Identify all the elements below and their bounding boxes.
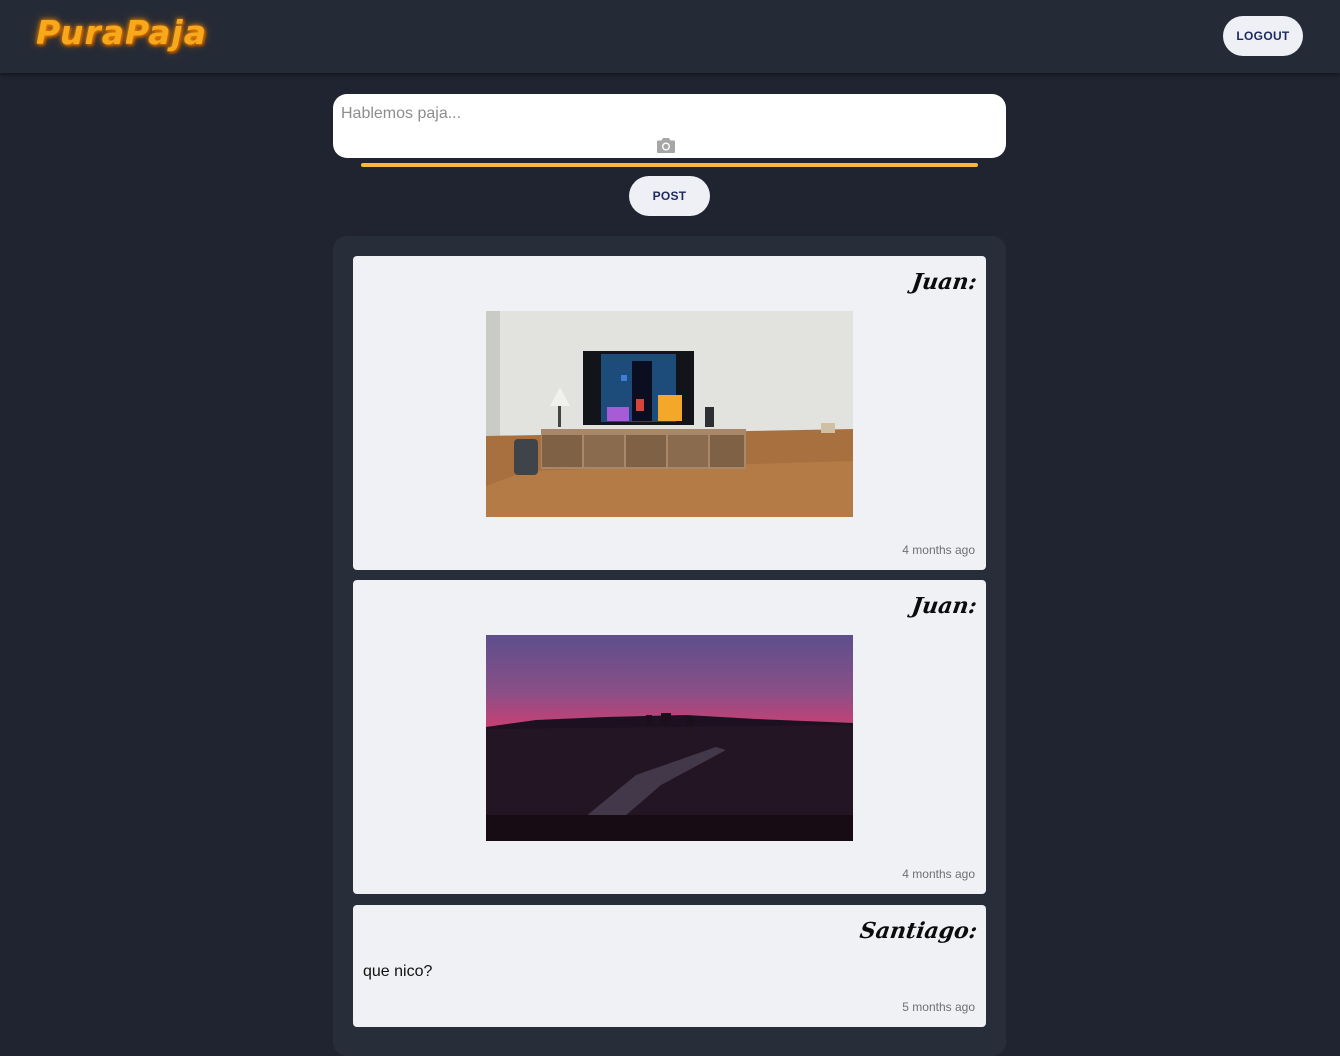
post-card: Juan: 4 months ago <box>353 256 986 570</box>
navbar: PuraPaja LOGOUT <box>0 0 1340 73</box>
post-author[interactable]: Juan: <box>910 593 978 619</box>
composer-accent-bar <box>361 163 978 167</box>
post-author[interactable]: Santiago: <box>858 918 979 944</box>
post-button[interactable]: POST <box>629 176 710 216</box>
post-text: que nico? <box>363 963 433 980</box>
camera-icon[interactable] <box>656 136 676 154</box>
post-card: Santiago: que nico? 5 months ago <box>353 905 986 1027</box>
post-author[interactable]: Juan: <box>910 269 978 295</box>
logout-button[interactable]: LOGOUT <box>1223 16 1303 56</box>
post-image[interactable] <box>486 635 853 841</box>
post-timestamp: 4 months ago <box>902 543 975 557</box>
app-logo[interactable]: PuraPaja <box>36 13 207 52</box>
post-input[interactable] <box>333 94 1006 138</box>
post-image[interactable] <box>486 311 853 517</box>
post-timestamp: 5 months ago <box>902 1000 975 1014</box>
post-timestamp: 4 months ago <box>902 867 975 881</box>
post-card: Juan: 4 months ago <box>353 580 986 894</box>
